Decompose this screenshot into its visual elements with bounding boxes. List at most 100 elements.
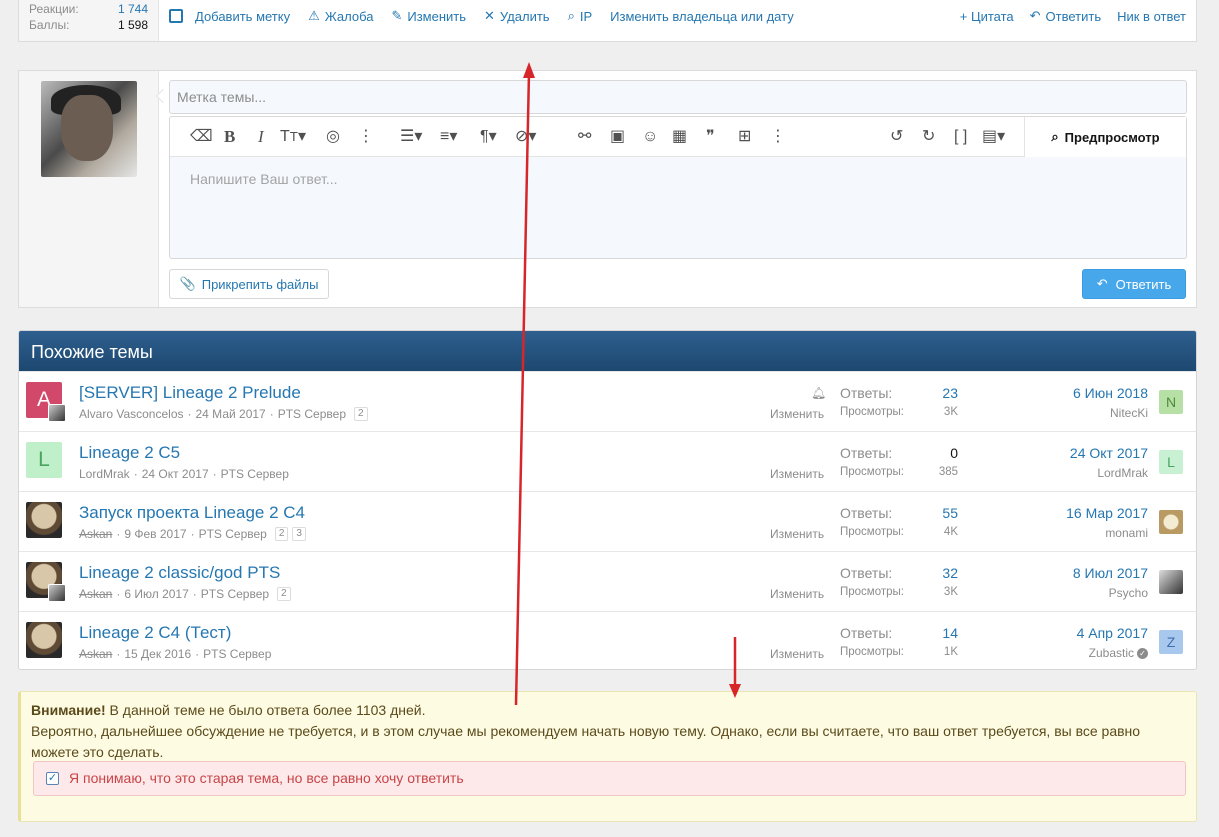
thread-title-link[interactable]: [SERVER] Lineage 2 Prelude: [79, 383, 301, 403]
last-post-date[interactable]: 4 Апр 2017: [1077, 625, 1148, 641]
avatar[interactable]: [48, 584, 66, 602]
add-label-link[interactable]: Добавить метку: [195, 9, 290, 24]
last-poster[interactable]: monami: [1105, 526, 1148, 540]
thread-meta: Askan · 9 Фев 2017 · PTS Сервер 2 3: [79, 527, 306, 541]
edit-thread-link[interactable]: Изменить: [770, 467, 824, 481]
table-row: Запуск проекта Lineage 2 C4 Askan · 9 Фев…: [19, 491, 1196, 551]
post-footer: Реакции: 1 744 Баллы: 1 598 Добавить мет…: [18, 0, 1197, 42]
eraser-icon[interactable]: ⌫: [190, 129, 213, 145]
thread-title-link[interactable]: Запуск проекта Lineage 2 C4: [79, 503, 305, 523]
avatar[interactable]: Z: [1159, 630, 1183, 654]
edit-link[interactable]: ✎ Изменить: [391, 8, 466, 24]
last-poster[interactable]: Psycho: [1109, 586, 1148, 600]
thread-title-link[interactable]: Lineage 2 classic/god PTS: [79, 563, 280, 583]
thread-title-link[interactable]: Lineage 2 C5: [79, 443, 180, 463]
views-count: 385: [938, 466, 958, 478]
replies-count[interactable]: 14: [942, 625, 958, 641]
submit-reply-button[interactable]: ↶ Ответить: [1082, 269, 1186, 299]
preview-icon: ⌕: [1051, 129, 1059, 144]
edit-thread-link[interactable]: Изменить: [770, 527, 824, 541]
save-draft-icon[interactable]: ▤▾: [982, 129, 1005, 145]
avatar[interactable]: N: [1159, 390, 1183, 414]
reactions-value[interactable]: 1 744: [118, 1, 148, 17]
bell-icon[interactable]: 🔔︎: [811, 386, 826, 400]
edit-thread-link[interactable]: Изменить: [770, 587, 824, 601]
quote-link[interactable]: + Цитата: [960, 8, 1014, 24]
avatar[interactable]: L: [1159, 450, 1183, 474]
replies-count[interactable]: 55: [942, 505, 958, 521]
smiley-icon[interactable]: ☺: [642, 129, 658, 145]
last-poster[interactable]: Zubastic ✓: [1089, 646, 1148, 660]
media-icon[interactable]: ▦: [672, 129, 687, 145]
hide-icon[interactable]: ⊘▾: [515, 129, 536, 145]
undo-icon[interactable]: ↺: [890, 129, 903, 145]
thread-title-link[interactable]: Lineage 2 C4 (Тест): [79, 623, 231, 643]
close-icon: ✕: [484, 8, 495, 23]
checkbox-checked-icon[interactable]: ✓: [46, 772, 59, 785]
paperclip-icon: 📎: [179, 276, 196, 291]
old-thread-confirm-checkbox[interactable]: ✓ Я понимаю, что это старая тема, но все…: [33, 761, 1186, 796]
page-link[interactable]: 3: [292, 527, 306, 541]
attach-files-button[interactable]: 📎 Прикрепить файлы: [169, 269, 329, 299]
more-vertical-icon[interactable]: ⋮: [770, 129, 786, 145]
views-count: 1K: [943, 646, 958, 658]
italic-icon[interactable]: I: [258, 128, 264, 145]
select-post-checkbox[interactable]: [169, 9, 183, 23]
last-post-date[interactable]: 24 Окт 2017: [1070, 445, 1148, 461]
last-post-date[interactable]: 8 Июл 2017: [1073, 565, 1148, 581]
avatar[interactable]: [26, 622, 62, 658]
views-count: 3K: [943, 406, 958, 418]
bbcode-icon[interactable]: [ ]: [954, 129, 967, 145]
avatar[interactable]: [41, 81, 137, 177]
text-size-icon[interactable]: TT▾: [280, 129, 306, 145]
nick-reply-link[interactable]: Ник в ответ: [1117, 8, 1186, 24]
last-post-date[interactable]: 16 Мар 2017: [1066, 505, 1148, 521]
rich-text-editor[interactable]: ⌫ B I TT▾ ◎ ⋮ ☰▾ ≡▾ ¶▾ ⊘▾ ⚯ ▣ ☺ ▦ ❞ ⊞ ⋮ …: [169, 116, 1187, 259]
thread-label-input[interactable]: Метка темы...: [169, 80, 1187, 114]
last-poster[interactable]: LordMrak: [1097, 466, 1148, 480]
more-vertical-icon[interactable]: ⋮: [358, 129, 374, 145]
page-link[interactable]: 2: [354, 407, 368, 421]
post-right-actions: + Цитата ↶ Ответить Ник в ответ: [944, 8, 1186, 24]
report-link[interactable]: ⚠ Жалоба: [308, 8, 373, 24]
avatar[interactable]: [1159, 570, 1183, 594]
replies-count[interactable]: 32: [942, 565, 958, 581]
replies-count[interactable]: 23: [942, 385, 958, 401]
last-poster[interactable]: NitecKi: [1110, 406, 1148, 420]
edit-thread-link[interactable]: Изменить: [770, 647, 824, 661]
avatar[interactable]: [1159, 510, 1183, 534]
change-owner-link[interactable]: Изменить владельца или дату: [610, 9, 794, 24]
image-icon[interactable]: ▣: [610, 129, 625, 145]
quote-icon[interactable]: ❞: [706, 129, 715, 145]
reply-icon: ↶: [1096, 276, 1108, 291]
page-link[interactable]: 2: [274, 527, 289, 541]
link-icon[interactable]: ⚯: [578, 129, 591, 145]
bold-icon[interactable]: B: [224, 128, 235, 145]
points-value: 1 598: [117, 18, 148, 32]
reply-body-placeholder: Напишите Ваш ответ...: [190, 171, 338, 187]
avatar[interactable]: [48, 404, 66, 422]
align-icon[interactable]: ≡▾: [440, 129, 457, 145]
reply-icon: ↶: [1029, 8, 1041, 23]
palette-icon[interactable]: ◎: [326, 129, 340, 145]
delete-link[interactable]: ✕ Удалить: [484, 8, 550, 24]
paragraph-icon[interactable]: ¶▾: [480, 129, 497, 145]
edit-thread-link[interactable]: Изменить: [770, 407, 824, 421]
preview-button[interactable]: ⌕ Предпросмотр: [1024, 117, 1186, 157]
list-icon[interactable]: ☰▾: [400, 129, 422, 145]
redo-icon[interactable]: ↻: [922, 129, 935, 145]
thread-meta: Alvaro Vasconcelos · 24 Май 2017 · PTS Сер…: [79, 407, 368, 421]
stat-reactions: Реакции: 1 744: [29, 1, 148, 17]
views-count: 4K: [943, 526, 958, 538]
quick-reply-form: Метка темы... ⌫ B I TT▾ ◎ ⋮ ☰▾ ≡▾ ¶▾ ⊘▾ …: [18, 70, 1197, 308]
ip-link[interactable]: ⌕ IP: [568, 8, 593, 24]
last-post-date[interactable]: 6 Июн 2018: [1073, 385, 1148, 401]
replies-count: 0: [950, 445, 958, 461]
table-row: A [SERVER] Lineage 2 Prelude Alvaro Vasc…: [19, 371, 1196, 431]
avatar[interactable]: [26, 502, 62, 538]
reply-link[interactable]: ↶ Ответить: [1030, 8, 1101, 24]
page-link[interactable]: 2: [277, 587, 291, 601]
stat-points: Баллы: 1 598: [29, 18, 148, 32]
table-icon[interactable]: ⊞: [738, 129, 751, 145]
avatar[interactable]: L: [26, 442, 62, 478]
